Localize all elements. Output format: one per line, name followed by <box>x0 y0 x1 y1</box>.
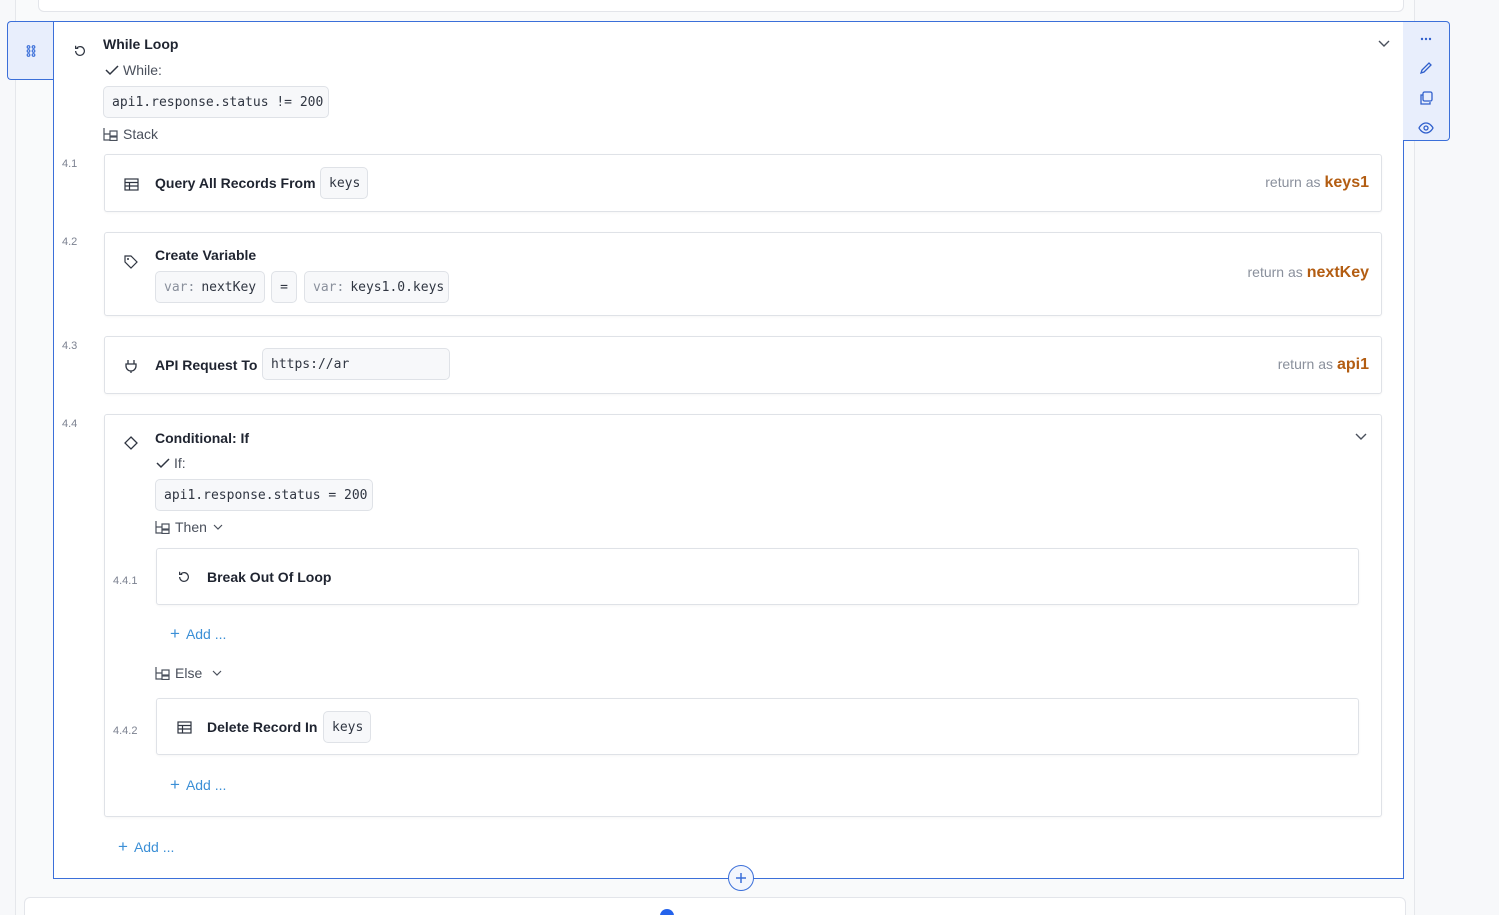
break-loop-step[interactable]: Break Out Of Loop <box>156 548 1359 605</box>
return-prefix: return as <box>1265 174 1321 190</box>
table-selector[interactable]: keys <box>323 711 371 743</box>
plus-icon: + <box>170 624 180 643</box>
previous-step-card[interactable] <box>38 0 1404 12</box>
while-condition-input[interactable]: api1.response.status != 200 <box>103 86 329 118</box>
then-branch-toggle[interactable]: Then <box>155 519 227 535</box>
step-title: Create Variable <box>155 247 257 263</box>
chevron-down-icon <box>212 670 222 676</box>
step-toolbar <box>1403 21 1450 141</box>
table-icon <box>175 718 193 736</box>
step-title: Delete Record In <box>207 719 318 735</box>
check-icon <box>105 65 119 76</box>
step-title: Query All Records From <box>155 175 316 191</box>
while-loop-title: While Loop <box>103 36 179 52</box>
stack-label-text: Stack <box>123 126 159 142</box>
conditional-if-step[interactable]: Conditional: If If: api1.response.status… <box>104 414 1382 817</box>
chevron-down-icon <box>213 524 223 530</box>
value-text: keys1.0.keys <box>350 279 445 295</box>
step-number: 4.4.1 <box>113 575 138 587</box>
add-else-step-button[interactable]: + Add ... <box>170 775 226 795</box>
plus-icon: + <box>118 837 128 856</box>
return-variable[interactable]: keys1 <box>1325 174 1370 191</box>
step-number: 4.4.2 <box>113 725 138 737</box>
stack-label: Stack <box>103 126 158 142</box>
return-prefix: return as <box>1277 356 1333 372</box>
chevron-down-icon[interactable] <box>1351 427 1371 447</box>
add-label: Add ... <box>185 777 227 793</box>
create-variable-step[interactable]: Create Variable var: nextKey = var: keys1.… <box>104 232 1382 316</box>
plus-icon <box>736 873 746 883</box>
var-prefix: var: <box>164 279 196 295</box>
stack-icon <box>155 521 170 534</box>
else-branch-toggle[interactable]: Else <box>155 665 226 681</box>
eye-icon[interactable] <box>1415 117 1437 139</box>
add-label: Add ... <box>185 626 227 642</box>
loop-icon <box>175 568 193 586</box>
return-as: return as nextKey <box>1248 264 1370 282</box>
stack-icon <box>155 667 170 680</box>
while-label-text: While: <box>123 62 162 78</box>
check-icon <box>156 458 170 469</box>
else-label-text: Else <box>175 665 203 681</box>
diamond-icon <box>122 434 140 452</box>
chevron-down-icon[interactable] <box>1374 34 1394 54</box>
if-condition-label: If: <box>156 455 186 471</box>
next-step-card[interactable] <box>24 897 1406 915</box>
while-condition-label: While: <box>105 62 162 78</box>
api-request-step[interactable]: API Request To https://ar return as api1 <box>104 336 1382 394</box>
url-input[interactable]: https://ar <box>262 348 450 380</box>
return-prefix: return as <box>1247 264 1303 280</box>
plug-icon <box>122 357 140 375</box>
value-prefix: var: <box>313 279 345 295</box>
plus-icon: + <box>170 775 180 794</box>
step-title: Conditional: If <box>155 430 250 446</box>
drag-handle[interactable] <box>7 21 54 80</box>
tag-icon <box>122 253 140 271</box>
copy-icon[interactable] <box>1415 87 1437 109</box>
loop-icon <box>71 42 89 60</box>
more-icon[interactable] <box>1415 28 1437 50</box>
query-records-step[interactable]: Query All Records From keys return as key… <box>104 154 1382 212</box>
variable-value-input[interactable]: var: keys1.0.keys <box>304 271 449 303</box>
step-number: 4.2 <box>62 236 78 248</box>
return-as: return as api1 <box>1278 356 1369 374</box>
if-label-text: If: <box>174 455 186 471</box>
step-number: 4.1 <box>62 158 78 170</box>
variable-name-input[interactable]: var: nextKey <box>155 271 265 303</box>
add-loop-step-button[interactable]: + Add ... <box>118 837 174 857</box>
insert-step-button[interactable] <box>728 865 754 891</box>
var-name: nextKey <box>201 279 257 295</box>
step-number: 4.3 <box>62 340 78 352</box>
table-selector[interactable]: keys <box>320 167 368 199</box>
pencil-icon[interactable] <box>1415 57 1437 79</box>
step-number: 4.4 <box>62 418 78 430</box>
return-variable[interactable]: api1 <box>1337 356 1369 373</box>
then-label-text: Then <box>175 519 207 535</box>
if-condition-input[interactable]: api1.response.status = 200 <box>155 479 373 511</box>
step-title: Break Out Of Loop <box>207 569 332 585</box>
equals-sign: = <box>271 271 297 303</box>
while-loop-card[interactable]: While Loop While: api1.response.status !… <box>53 21 1404 879</box>
delete-record-step[interactable]: Delete Record In keys <box>156 698 1359 755</box>
return-as: return as keys1 <box>1265 174 1369 192</box>
grid-dots-icon <box>26 44 36 57</box>
add-then-step-button[interactable]: + Add ... <box>170 624 226 644</box>
add-label: Add ... <box>133 839 175 855</box>
table-icon <box>122 175 140 193</box>
stack-icon <box>103 128 118 141</box>
step-title: API Request To <box>155 357 258 373</box>
return-variable[interactable]: nextKey <box>1307 264 1369 281</box>
